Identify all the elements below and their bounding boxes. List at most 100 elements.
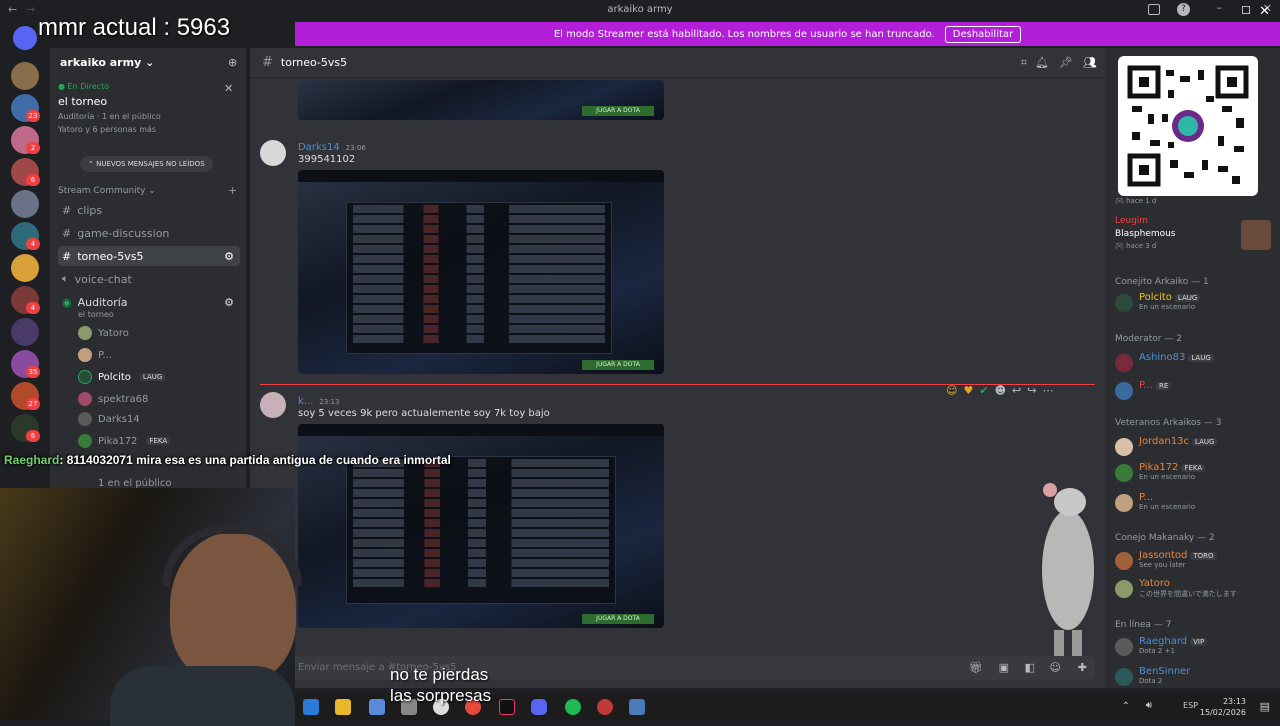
message-image[interactable]: JUGAR A DOTA xyxy=(298,80,664,120)
add-reaction-icon[interactable]: ☻ xyxy=(995,384,1006,397)
settings-gear-icon[interactable]: ⚙ xyxy=(224,250,234,263)
discord-icon[interactable] xyxy=(531,699,547,715)
user-tag: FEKA xyxy=(146,437,171,445)
tray-chevron-icon[interactable]: ⌃ xyxy=(1122,701,1130,712)
disable-streamer-button[interactable]: Deshabilitar xyxy=(944,25,1022,43)
member-item[interactable]: Jordan13c LAUG xyxy=(1115,436,1275,456)
language-indicator[interactable]: ESP xyxy=(1183,701,1198,710)
maximize-icon[interactable] xyxy=(1242,6,1250,14)
new-messages-pill[interactable]: ⌃ NUEVOS MENSAJES NO LEÍDOS xyxy=(80,156,213,172)
user-tag: LAUG xyxy=(139,373,166,381)
qr-code-overlay xyxy=(1118,56,1258,196)
channel-auditoria[interactable]: ◉ Auditoría ⚙ xyxy=(58,292,240,312)
volume-icon[interactable]: 🔊︎ xyxy=(1146,700,1152,711)
channel-clips[interactable]: # clips xyxy=(58,200,240,220)
inbox-icon[interactable] xyxy=(1148,4,1160,15)
server-name[interactable]: arkaiko army ⌄ xyxy=(60,56,154,69)
clock-date: 15/02/2026 xyxy=(1199,708,1246,717)
category-label: Stream Community xyxy=(58,186,146,196)
live-stage-card[interactable]: ● En Directo el torneo Auditoría · 1 en … xyxy=(58,82,240,144)
member-item[interactable]: P... RE xyxy=(1115,380,1275,400)
member-item[interactable]: Pika172 FEKA En un escenario xyxy=(1115,462,1275,482)
message-image[interactable]: JUGAR A DOTA xyxy=(298,170,664,374)
voice-user[interactable]: P... xyxy=(78,346,112,364)
gif-icon[interactable]: ▣ xyxy=(999,661,1009,674)
server-icon[interactable] xyxy=(11,254,39,282)
avatar xyxy=(78,370,92,384)
clock[interactable]: 23:13 15/02/2026 xyxy=(1200,696,1246,718)
reaction-emoji-icon[interactable]: ☺ xyxy=(946,384,957,397)
avatar xyxy=(78,412,92,426)
check-emoji-icon[interactable]: ✔ xyxy=(979,384,988,397)
member-name: Ashino83 xyxy=(1139,352,1186,363)
apps-icon[interactable]: ✚ xyxy=(1078,661,1087,674)
category-header[interactable]: Stream Community ⌄ xyxy=(58,186,156,196)
help-icon[interactable]: ? xyxy=(1177,3,1190,16)
app-icon[interactable] xyxy=(369,699,385,715)
photos-icon[interactable] xyxy=(629,699,645,715)
member-row-label: P... RE xyxy=(1139,380,1172,391)
member-item[interactable]: Polcito LAUG En un escenario xyxy=(1115,292,1275,312)
bell-icon[interactable]: 🔔︎ xyxy=(1035,56,1049,69)
banner-close-icon[interactable]: ✕ xyxy=(1259,4,1270,19)
avatar xyxy=(1115,494,1133,512)
spotify-icon[interactable] xyxy=(565,699,581,715)
gift-icon[interactable]: 🎁︎ xyxy=(969,661,983,674)
member-row-label: Jordan13c LAUG xyxy=(1139,436,1218,447)
voice-user[interactable]: Darks14 xyxy=(78,410,140,428)
more-icon[interactable]: ⋯ xyxy=(1042,384,1053,397)
discord-home-icon[interactable] xyxy=(13,26,37,50)
avatar[interactable] xyxy=(260,140,286,166)
avatar xyxy=(1115,638,1133,656)
server-icon[interactable] xyxy=(11,190,39,218)
add-channel-icon[interactable]: + xyxy=(228,184,237,197)
avatar xyxy=(1115,438,1133,456)
avatar xyxy=(1115,580,1133,598)
threads-icon[interactable]: ⌗ xyxy=(1021,56,1027,70)
member-item[interactable]: Raeghard VIP Dota 2 +1 xyxy=(1115,636,1275,656)
member-item[interactable]: BenSinner Dota 2 xyxy=(1115,666,1275,686)
pin-icon[interactable]: 📌︎ xyxy=(1059,56,1073,69)
app-icon[interactable] xyxy=(597,699,613,715)
close-live-icon[interactable]: ✕ xyxy=(224,82,233,95)
message-author[interactable]: Darks14 xyxy=(298,142,340,153)
server-icon[interactable] xyxy=(11,318,39,346)
invite-icon[interactable]: ⊕ xyxy=(228,56,237,69)
message-composer[interactable]: Enviar mensaje a #torneo-5vs5 🎁︎ ▣ ◧ ☺ ✚ xyxy=(260,656,1095,680)
heart-emoji-icon[interactable]: ♥ xyxy=(963,384,973,397)
channel-torneo-5vs5[interactable]: # torneo-5vs5 ⚙ xyxy=(58,246,240,266)
stream-overlay-mmr: mmr actual : 5963 xyxy=(38,14,231,41)
edge-icon[interactable] xyxy=(303,699,319,715)
sticker-icon[interactable]: ◧ xyxy=(1025,661,1035,674)
emoji-icon[interactable]: ☺ xyxy=(1050,661,1061,674)
voice-user[interactable]: Polcito LAUG xyxy=(78,368,166,386)
member-item[interactable]: Jassontod TORO See you later xyxy=(1115,550,1275,570)
voice-user-name: Pika172 xyxy=(98,435,138,447)
file-explorer-icon[interactable] xyxy=(335,699,351,715)
subtitle-line: no te pierdas xyxy=(390,665,489,684)
message-author[interactable]: k... xyxy=(298,396,313,407)
member-item[interactable]: P... En un escenario xyxy=(1115,492,1275,512)
notifications-icon[interactable]: ▤ xyxy=(1260,700,1270,713)
member-item[interactable]: Ashino83 LAUG xyxy=(1115,352,1275,372)
game-topbar xyxy=(298,424,664,436)
forward-icon[interactable]: ↪ xyxy=(1027,384,1036,397)
avatar[interactable] xyxy=(260,392,286,418)
live-label: ● En Directo xyxy=(58,82,110,91)
voice-user[interactable]: spektra68 xyxy=(78,390,148,408)
tiktok-icon[interactable] xyxy=(499,699,515,715)
member-item[interactable]: Yatoro この世界を間違いで満たします xyxy=(1115,578,1275,599)
voice-user[interactable]: Yatoro xyxy=(78,324,129,342)
channel-game-discussion[interactable]: # game-discussion xyxy=(58,223,240,243)
voice-user[interactable]: Pika172 FEKA xyxy=(78,432,171,450)
channel-voice-chat[interactable]: 🔈︎ voice-chat xyxy=(58,269,240,289)
minimize-icon[interactable]: – xyxy=(1217,1,1223,14)
reply-icon[interactable]: ↩ xyxy=(1012,384,1021,397)
user-tag: LAUG xyxy=(1188,354,1214,362)
live-title: el torneo xyxy=(58,95,108,108)
member-card[interactable]: Leugim Blasphemous 🎮︎ hace 3 d xyxy=(1115,216,1275,266)
member-status: En un escenario xyxy=(1139,303,1196,311)
server-icon[interactable] xyxy=(11,62,39,90)
settings-gear-icon[interactable]: ⚙ xyxy=(224,296,234,309)
members-icon[interactable]: 👥︎ xyxy=(1083,56,1097,69)
